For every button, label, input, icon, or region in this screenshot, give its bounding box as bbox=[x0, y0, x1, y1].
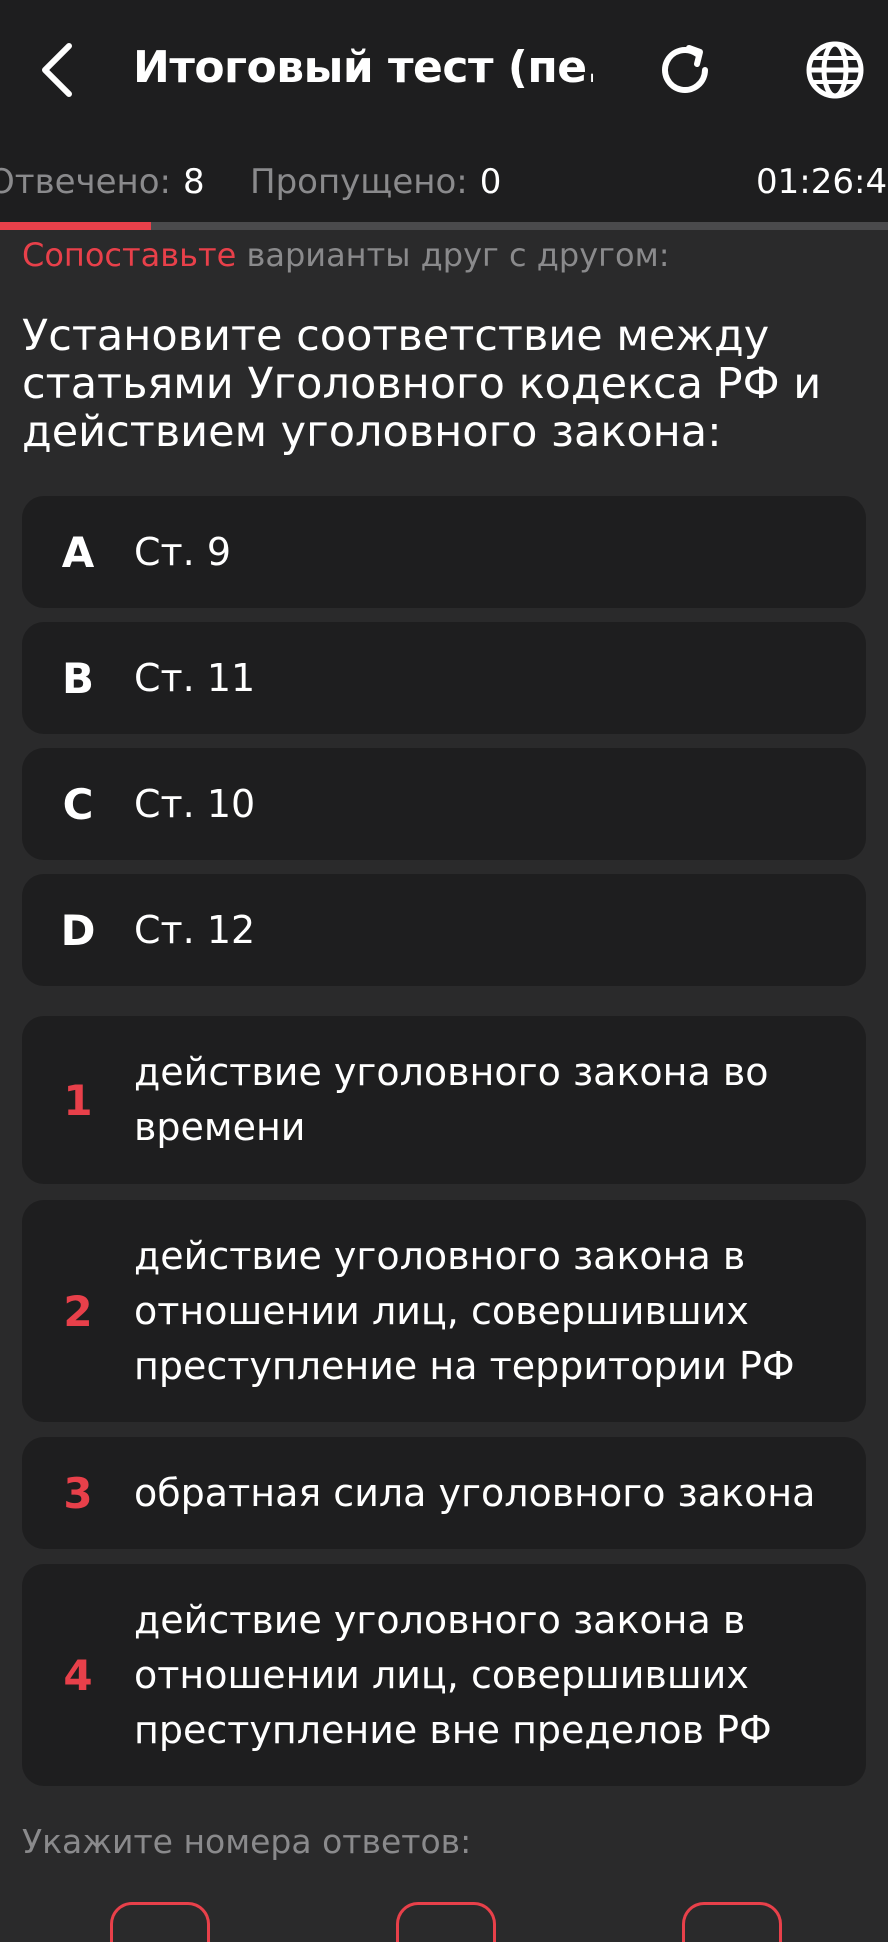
target-key: 2 bbox=[63, 1286, 93, 1336]
target-text: обратная сила уголовного закона bbox=[134, 1470, 816, 1515]
target-text: действие уголовного закона во времени bbox=[134, 1050, 769, 1149]
stats-bar: Отвечено: 8 Пропущено: 0 01:26:40 bbox=[0, 140, 888, 222]
option-text: Ст. 11 bbox=[134, 655, 256, 700]
back-button[interactable] bbox=[22, 30, 92, 110]
match-option-d[interactable]: D Ст. 12 bbox=[22, 874, 866, 986]
question-text: Установите соответствие между статьями У… bbox=[22, 311, 822, 457]
option-key: C bbox=[62, 779, 94, 829]
target-key: 4 bbox=[63, 1650, 93, 1700]
match-target-1[interactable]: 1 действие уголовного закона во времени bbox=[22, 1016, 866, 1184]
language-button[interactable] bbox=[800, 32, 870, 108]
match-target-4[interactable]: 4 действие уголовного закона в отношении… bbox=[22, 1564, 866, 1786]
match-target-3[interactable]: 3 обратная сила уголовного закона bbox=[22, 1437, 866, 1549]
skipped-count: Пропущено: 0 bbox=[250, 162, 501, 202]
match-option-b[interactable]: B Ст. 11 bbox=[22, 622, 866, 734]
progress-fill bbox=[0, 222, 151, 230]
target-key: 1 bbox=[63, 1075, 93, 1125]
option-key: D bbox=[60, 905, 96, 955]
top-app-bar: Итоговый тест (пе... bbox=[0, 0, 888, 140]
answered-value: 8 bbox=[183, 162, 205, 202]
back-chevron-icon bbox=[42, 43, 72, 97]
progress-bar bbox=[0, 222, 888, 230]
skipped-value: 0 bbox=[479, 162, 502, 202]
target-text: действие уголовного закона в отношении л… bbox=[134, 1233, 795, 1388]
answer-prompt: Укажите номера ответов: bbox=[22, 1822, 472, 1861]
match-option-c[interactable]: C Ст. 10 bbox=[22, 748, 866, 860]
match-target-2[interactable]: 2 действие уголовного закона в отношении… bbox=[22, 1200, 866, 1422]
answered-count: Отвечено: 8 bbox=[0, 162, 205, 202]
instruction-rest: варианты друг с другом: bbox=[236, 236, 670, 274]
target-text: действие уголовного закона в отношении л… bbox=[134, 1597, 772, 1752]
answered-label: Отвечено: bbox=[0, 162, 172, 202]
page-title: Итоговый тест (пе... bbox=[133, 42, 593, 93]
refresh-icon bbox=[662, 45, 708, 93]
option-text: Ст. 10 bbox=[134, 781, 256, 826]
globe-icon bbox=[806, 41, 864, 99]
option-text: Ст. 9 bbox=[134, 529, 232, 574]
answer-input-3[interactable] bbox=[682, 1902, 782, 1942]
option-text: Ст. 12 bbox=[134, 907, 256, 952]
option-key: B bbox=[61, 653, 94, 703]
target-key: 3 bbox=[63, 1468, 93, 1518]
option-key: A bbox=[61, 527, 95, 577]
answer-input-1[interactable] bbox=[110, 1902, 210, 1942]
refresh-button[interactable] bbox=[650, 32, 720, 108]
instruction-text: Сопоставьте варианты друг с другом: bbox=[22, 236, 669, 274]
skipped-label: Пропущено: bbox=[250, 162, 468, 202]
instruction-highlight: Сопоставьте bbox=[22, 236, 237, 274]
timer: 01:26:40 bbox=[756, 162, 888, 202]
answer-input-2[interactable] bbox=[396, 1902, 496, 1942]
match-option-a[interactable]: A Ст. 9 bbox=[22, 496, 866, 608]
